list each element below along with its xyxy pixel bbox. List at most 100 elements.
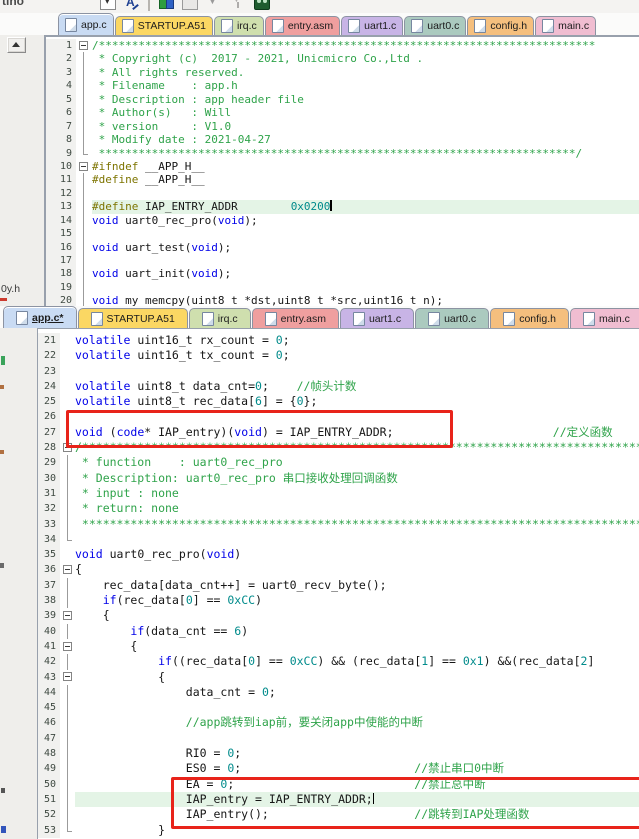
tab-config-h[interactable]: config.h bbox=[490, 308, 569, 328]
code-line[interactable]: 4 * Filename : app.h bbox=[46, 79, 639, 92]
tab-main-c[interactable]: main.c bbox=[570, 308, 639, 328]
code-line[interactable]: 49 ES0 = 0; //禁止串口0中断 bbox=[38, 761, 639, 776]
code-line[interactable]: 22volatile uint16_t tx_count = 0; bbox=[38, 348, 639, 363]
tab-uart1-c[interactable]: uart1.c bbox=[341, 16, 403, 35]
code-line[interactable]: 37 rec_data[data_cnt++] = uart0_recv_byt… bbox=[38, 578, 639, 593]
line-number: 43 bbox=[38, 670, 60, 685]
arrow-down-icon[interactable] bbox=[206, 0, 222, 10]
code-text: //app跳转到iap前，要关闭app中使能的中断 bbox=[75, 715, 639, 730]
code-line[interactable]: 34 bbox=[38, 532, 639, 547]
code-line[interactable]: 33 *************************************… bbox=[38, 517, 639, 532]
tab-entry-asm[interactable]: entry.asm bbox=[265, 16, 340, 35]
file-icon bbox=[348, 19, 360, 33]
line-number: 18 bbox=[46, 267, 76, 280]
tab-uart0-c[interactable]: uart0.c bbox=[404, 16, 466, 35]
code-line[interactable]: 32 * return: none bbox=[38, 501, 639, 516]
code-line[interactable]: 41 { bbox=[38, 639, 639, 654]
blocks-icon[interactable] bbox=[158, 0, 174, 10]
code-line[interactable]: 1/**************************************… bbox=[46, 39, 639, 52]
fold-collapse-icon[interactable] bbox=[76, 39, 92, 52]
fold-collapse-icon[interactable] bbox=[60, 639, 75, 654]
editor-pane-bottom[interactable]: 21volatile uint16_t rx_count = 0;22volat… bbox=[37, 328, 639, 839]
file-icon bbox=[16, 311, 28, 325]
code-line[interactable]: 25volatile uint8_t rec_data[6] = {0}; bbox=[38, 394, 639, 409]
filter-icon[interactable] bbox=[230, 0, 246, 10]
code-line[interactable]: 24volatile uint8_t data_cnt=0; //帧头计数 bbox=[38, 379, 639, 394]
code-text: * version : V1.0 bbox=[92, 120, 639, 133]
code-line[interactable]: 48 RI0 = 0; bbox=[38, 746, 639, 761]
tab-uart1-c[interactable]: uart1.c bbox=[340, 308, 414, 328]
code-line[interactable]: 36{ bbox=[38, 562, 639, 577]
code-line[interactable]: 7 * version : V1.0 bbox=[46, 120, 639, 133]
code-line[interactable]: 15 bbox=[46, 227, 639, 240]
fold-margin bbox=[60, 517, 75, 532]
file-icon bbox=[91, 312, 103, 326]
tab-uart0-c[interactable]: uart0.c bbox=[415, 308, 489, 328]
code-line[interactable]: 35void uart0_rec_pro(void) bbox=[38, 547, 639, 562]
code-line[interactable]: 31 * input : none bbox=[38, 486, 639, 501]
code-line[interactable]: 44 data_cnt = 0; bbox=[38, 685, 639, 700]
tab-entry-asm[interactable]: entry.asm bbox=[252, 308, 339, 328]
code-text bbox=[75, 700, 639, 715]
fold-collapse-icon[interactable] bbox=[76, 160, 92, 173]
line-number: 15 bbox=[46, 227, 76, 240]
tab-startup-a51[interactable]: STARTUP.A51 bbox=[78, 308, 188, 328]
code-line[interactable]: 10#ifndef __APP_H__ bbox=[46, 160, 639, 173]
code-line[interactable]: 30 * Description: uart0_rec_pro 串口接收处理回调… bbox=[38, 471, 639, 486]
scroll-up-icon[interactable] bbox=[7, 37, 26, 53]
fold-margin bbox=[76, 106, 92, 119]
fold-collapse-icon[interactable] bbox=[60, 608, 75, 623]
code-line[interactable]: 8 * Modify date : 2021-04-27 bbox=[46, 133, 639, 146]
code-line[interactable]: 19 bbox=[46, 281, 639, 294]
code-line[interactable]: 16void uart_test(void); bbox=[46, 241, 639, 254]
tab-app-c[interactable]: app.c* bbox=[3, 306, 77, 328]
tab-app-c[interactable]: app.c bbox=[58, 13, 114, 35]
line-number: 10 bbox=[46, 160, 76, 173]
dropdown-icon[interactable] bbox=[100, 0, 116, 10]
code-line[interactable]: 45 bbox=[38, 700, 639, 715]
code-line[interactable]: 14void uart0_rec_pro(void); bbox=[46, 214, 639, 227]
code-line[interactable]: 29 * function : uart0_rec_pro bbox=[38, 455, 639, 470]
fold-collapse-icon[interactable] bbox=[60, 562, 75, 577]
code-line[interactable]: 5 * Description : app header file bbox=[46, 93, 639, 106]
tab-main-c[interactable]: main.c bbox=[535, 16, 596, 35]
code-line[interactable]: 12 bbox=[46, 187, 639, 200]
line-number: 48 bbox=[38, 746, 60, 761]
tab-irq-c[interactable]: irq.c bbox=[214, 16, 264, 35]
editor-pane-top[interactable]: 1/**************************************… bbox=[44, 35, 639, 306]
code-line[interactable]: 21volatile uint16_t rx_count = 0; bbox=[38, 333, 639, 348]
code-line[interactable]: 40 if(data_cnt == 6) bbox=[38, 624, 639, 639]
code-line[interactable]: 18void uart_init(void); bbox=[46, 267, 639, 280]
fold-margin bbox=[60, 364, 75, 379]
code-line[interactable]: 47 bbox=[38, 731, 639, 746]
code-line[interactable]: 23 bbox=[38, 364, 639, 379]
code-line[interactable]: 13#define IAP_ENTRY_ADDR 0x0200 bbox=[46, 200, 639, 213]
code-line[interactable]: 46 //app跳转到iap前，要关闭app中使能的中断 bbox=[38, 715, 639, 730]
tab-startup-a51[interactable]: STARTUP.A51 bbox=[115, 16, 213, 35]
tab-config-h[interactable]: config.h bbox=[467, 16, 534, 35]
tab-label: entry.asm bbox=[288, 20, 333, 32]
line-number: 25 bbox=[38, 394, 60, 409]
code-line[interactable]: 3 * All rights reserved. bbox=[46, 66, 639, 79]
code-line[interactable]: 17 bbox=[46, 254, 639, 267]
code-line[interactable]: 42 if((rec_data[0] == 0xCC) && (rec_data… bbox=[38, 654, 639, 669]
code-line[interactable]: 2 * Copyright (c) 2017 - 2021, Unicmicro… bbox=[46, 52, 639, 65]
window-icon[interactable] bbox=[182, 0, 198, 10]
line-number: 4 bbox=[46, 79, 76, 92]
file-icon bbox=[474, 19, 486, 33]
code-line[interactable]: 20void my_memcpy(uint8_t *dst,uint8_t *s… bbox=[46, 294, 639, 306]
code-line[interactable]: 6 * Author(s) : Will bbox=[46, 106, 639, 119]
code-line[interactable]: 9 **************************************… bbox=[46, 147, 639, 160]
macro-icon[interactable] bbox=[254, 0, 270, 10]
find-icon[interactable] bbox=[124, 0, 140, 10]
code-line[interactable]: 11#define __APP_H__ bbox=[46, 173, 639, 186]
tab-irq-c[interactable]: irq.c bbox=[189, 308, 251, 328]
annotation-highlight-box bbox=[66, 410, 453, 448]
code-line[interactable]: 38 if(rec_data[0] == 0xCC) bbox=[38, 593, 639, 608]
fold-collapse-icon[interactable] bbox=[60, 670, 75, 685]
line-number: 19 bbox=[46, 281, 76, 294]
line-number: 31 bbox=[38, 486, 60, 501]
code-line[interactable]: 39 { bbox=[38, 608, 639, 623]
code-line[interactable]: 43 { bbox=[38, 670, 639, 685]
code-text: * All rights reserved. bbox=[92, 66, 639, 79]
